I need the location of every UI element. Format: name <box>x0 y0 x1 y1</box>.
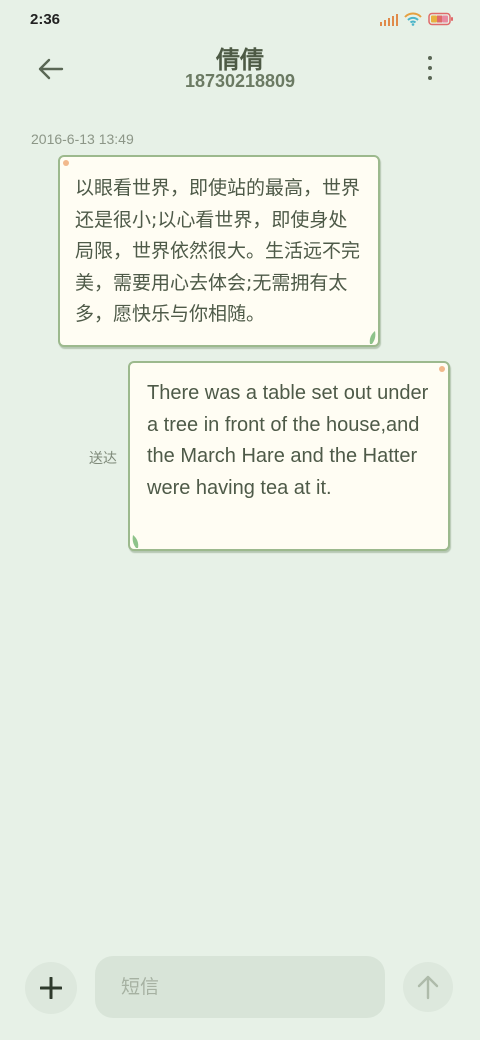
signal-icon <box>379 12 398 26</box>
contact-name: 倩倩 <box>216 46 264 74</box>
message-timestamp: 2016-6-13 13:49 <box>31 131 134 147</box>
send-arrow-icon <box>417 975 439 1000</box>
message-text: 以眼看世界，即使站的最高，世界还是很小;以心看世界，即使身处局限，世界依然很大。… <box>75 177 361 325</box>
battery-icon <box>428 12 454 26</box>
leaf-icon <box>132 535 139 548</box>
more-options-button[interactable] <box>420 56 440 80</box>
message-input[interactable] <box>95 956 385 1018</box>
outgoing-message-bubble[interactable]: There was a table set out under a tree i… <box>128 361 450 551</box>
bubble-dot-icon <box>63 160 69 166</box>
status-time: 2:36 <box>30 11 61 28</box>
incoming-message-bubble[interactable]: 以眼看世界，即使站的最高，世界还是很小;以心看世界，即使身处局限，世界依然很大。… <box>58 155 380 347</box>
contact-phone-number: 18730218809 <box>184 71 296 91</box>
more-vertical-icon <box>428 56 432 60</box>
wifi-icon <box>404 12 422 26</box>
message-text: There was a table set out under a tree i… <box>147 382 429 499</box>
leaf-icon <box>369 331 376 344</box>
send-button[interactable] <box>403 962 453 1012</box>
status-bar: 2:36 <box>0 0 480 40</box>
bubble-dot-icon <box>439 366 445 372</box>
add-attachment-button[interactable] <box>25 962 77 1014</box>
plus-icon <box>40 977 62 999</box>
delivery-status: 送达 <box>89 451 117 467</box>
status-icons <box>379 12 455 26</box>
